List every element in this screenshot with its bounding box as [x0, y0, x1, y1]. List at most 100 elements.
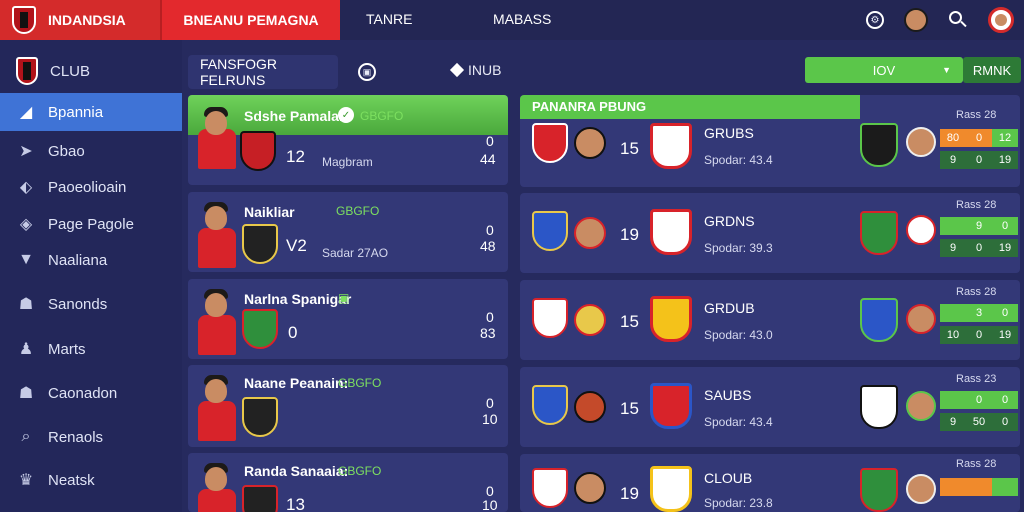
- player-card[interactable]: Narlna Spanigar ▣ 0 0 83: [188, 279, 508, 359]
- sidebar-item-2[interactable]: ⬖ Paoeolioain: [0, 168, 182, 206]
- top-icons: ⚙: [866, 0, 1024, 40]
- brand-title: INDANDSIA: [48, 12, 126, 28]
- fixture-label: GRDNS: [704, 213, 755, 229]
- sidebar-item-3[interactable]: ◈ Page Pagole: [0, 205, 182, 243]
- sidebar-item-label: Naaliana: [48, 251, 108, 269]
- score-grid: 00 9 50 0: [940, 391, 1018, 431]
- sidebar-item-6[interactable]: ♟ Marts: [0, 330, 182, 368]
- player-shirt: [198, 401, 236, 441]
- player-card[interactable]: Randa Sanaaia: GBGFO 13 0 10: [188, 453, 508, 512]
- sidebar-item-8[interactable]: ⌕ Renaols: [0, 418, 182, 456]
- club-badge-icon: [242, 309, 278, 349]
- club-badge-icon: [242, 224, 278, 264]
- fixture-card[interactable]: 15 GRDUB Spodar: 43.0 Rass 28 30 10 0 19: [520, 280, 1020, 360]
- player-tag-icon: ▣: [338, 291, 350, 305]
- club-badge-icon: [860, 211, 898, 255]
- player-tag: GBGFO: [338, 464, 382, 478]
- away-badge-icon: [650, 209, 692, 255]
- player-card[interactable]: Naane Peanain: GBGFO 0 10: [188, 365, 508, 447]
- sidebar-item-4[interactable]: ▼ Naaliana: [0, 241, 182, 279]
- rank-button[interactable]: RMNK: [963, 57, 1021, 83]
- search-icon[interactable]: [948, 10, 968, 30]
- player-card[interactable]: Sdshe Pamalar ✓ GBGFO 12 Magbram 0 44: [188, 95, 508, 185]
- sidebar-item-7[interactable]: ☗ Caonadon: [0, 374, 182, 412]
- fixture-sub: Spodar: 43.0: [704, 328, 773, 342]
- grid-cell: 0: [992, 217, 1018, 235]
- player-avatar: [574, 217, 606, 249]
- player-sub: Magbram: [322, 155, 373, 169]
- fixture-label: GRDUB: [704, 300, 755, 316]
- sidebar-item-label: Marts: [48, 340, 86, 358]
- player-avatar: [574, 304, 606, 336]
- profile-avatar[interactable]: [988, 7, 1014, 33]
- fixture-number: 19: [620, 225, 639, 244]
- player-photo: [205, 111, 227, 135]
- fixture-card[interactable]: 19 GRDNS Spodar: 39.3 Rass 28 90 9 0 19: [520, 193, 1020, 273]
- settings-icon[interactable]: ⚙: [866, 11, 884, 29]
- shield-icon[interactable]: ▣: [358, 63, 376, 81]
- club-badge-icon: [240, 131, 276, 171]
- player-stat-a: 0: [486, 133, 494, 149]
- grid-cell: 3: [966, 304, 992, 322]
- search-icon: ⌕: [21, 428, 31, 445]
- player-avatar: [574, 472, 606, 504]
- player-shirt: [198, 489, 236, 512]
- fixture-number: 15: [620, 139, 639, 158]
- fixture-number: 19: [620, 484, 639, 503]
- avatar[interactable]: [904, 8, 928, 32]
- player-card[interactable]: Naikliar GBGFO V2 Sadar 27AO 0 48: [188, 192, 508, 272]
- fixture-card[interactable]: 15 SAUBS Spodar: 43.4 Rass 23 00 9 50 0: [520, 367, 1020, 447]
- tab-active[interactable]: BNEANU PEMAGNA: [160, 0, 340, 40]
- tab-mabass[interactable]: MABASS: [493, 11, 551, 27]
- grid-cell: 9: [940, 151, 966, 169]
- sidebar-item-1[interactable]: ➤ Gbao: [0, 132, 182, 170]
- fixture-header: PANANRA PBUNG: [532, 99, 647, 114]
- sidebar-item-5[interactable]: ☗ Sanonds: [0, 285, 182, 323]
- grid-cell: 50: [966, 413, 992, 431]
- score-grid: [940, 478, 1018, 496]
- player-stat-b: 44: [480, 151, 496, 167]
- rank-label: RMNK: [972, 62, 1012, 78]
- diamond-icon: [449, 62, 465, 78]
- away-badge-icon: [650, 466, 692, 512]
- manager-avatar: [906, 474, 936, 504]
- arrow-icon: ➤: [19, 143, 33, 160]
- trophy-icon: ♛: [18, 472, 34, 489]
- club-badge-icon: [242, 397, 278, 437]
- check-icon: ✓: [338, 107, 354, 123]
- grid-cell: 19: [992, 239, 1018, 257]
- sidebar-item-label: Page Pagole: [48, 215, 134, 233]
- player-photo: [205, 379, 227, 403]
- score-grid: 90 9 0 19: [940, 217, 1018, 257]
- player-tag: GBGFO: [360, 109, 404, 123]
- grid-cell: 12: [992, 129, 1018, 147]
- sidebar-club[interactable]: CLUB: [0, 50, 182, 92]
- grid-cell: 0: [966, 326, 992, 344]
- fixture-card[interactable]: PANANRA PBUNG 15 GRUBS Spodar: 43.4 Rass…: [520, 95, 1020, 187]
- filter-select[interactable]: IOV ▼: [805, 57, 963, 83]
- sidebar-item-9[interactable]: ♛ Neatsk: [0, 461, 182, 499]
- sidebar-item-0[interactable]: ◢ Bpannia: [0, 93, 182, 131]
- brand-area[interactable]: INDANDSIA: [0, 0, 160, 40]
- home-badge-icon: [532, 211, 568, 251]
- nav-button[interactable]: INUB: [449, 62, 502, 78]
- grid-cell: [966, 478, 992, 496]
- player-stat-a: 0: [486, 395, 494, 411]
- player-photo: [205, 467, 227, 491]
- club-badge-icon: [860, 468, 898, 512]
- club-badge-icon: [860, 123, 898, 167]
- tab-tanre[interactable]: TANRE: [366, 11, 412, 27]
- away-badge-icon: [650, 383, 692, 429]
- filter-button[interactable]: FANSFOGR FELRUNS: [188, 55, 338, 89]
- player-number: V2: [286, 236, 307, 255]
- fixture-number: 15: [620, 312, 639, 331]
- player-sub: Sadar 27AO: [322, 246, 389, 260]
- sidebar-item-label: Caonadon: [48, 384, 118, 402]
- grid-cell: 0: [966, 391, 992, 409]
- fixture-card[interactable]: 19 CLOUB Spodar: 23.8 Rass 28: [520, 454, 1020, 512]
- club-badge-icon: [242, 485, 278, 512]
- grid-cell: [940, 217, 966, 235]
- nav-label: INUB: [468, 62, 502, 78]
- player-stat-b: 83: [480, 325, 496, 341]
- fixture-sub: Spodar: 39.3: [704, 241, 773, 255]
